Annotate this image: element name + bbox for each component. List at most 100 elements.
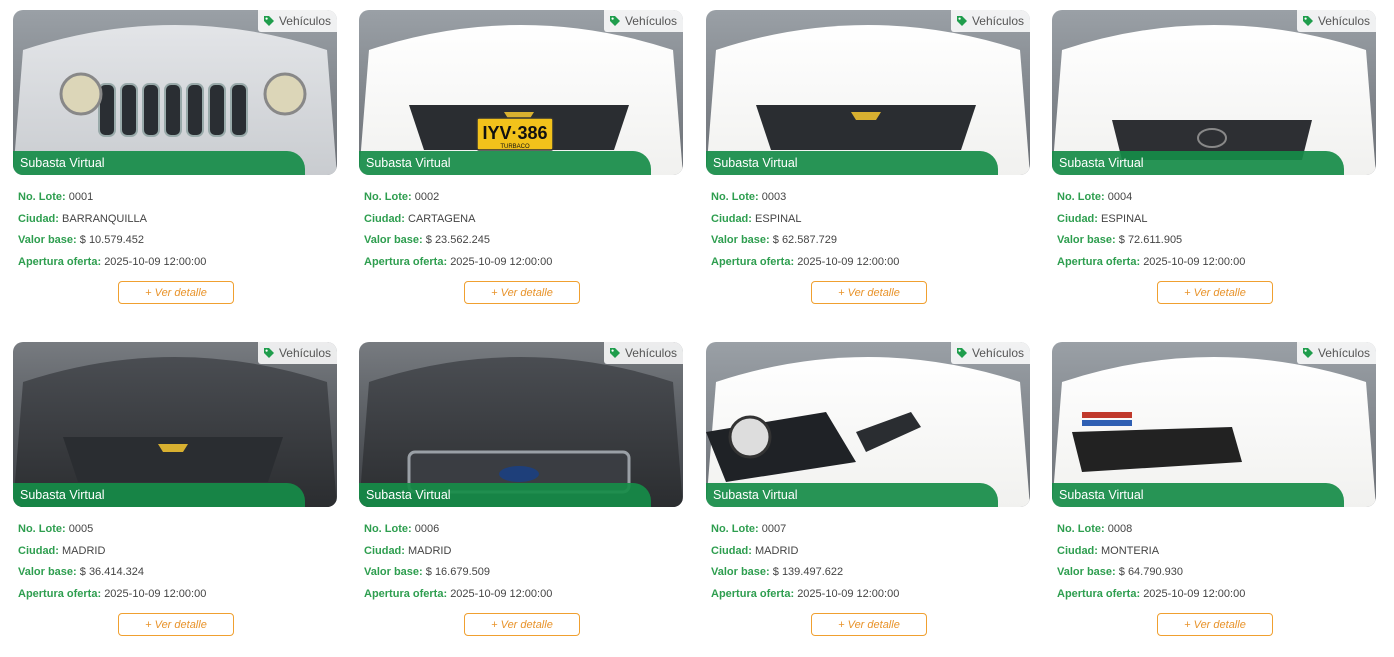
- city-value: MADRID: [62, 544, 106, 557]
- opening-value: 2025-10-09 12:00:00: [1143, 255, 1246, 268]
- lot-card[interactable]: Vehículos Subasta Virtual No. Lote: 0003…: [706, 10, 1030, 310]
- lot-number-row: No. Lote: 0001: [18, 191, 337, 213]
- opening-value: 2025-10-09 12:00:00: [1143, 587, 1246, 600]
- lot-number-value: 0001: [68, 191, 94, 203]
- city-row: Ciudad: MONTERIA: [1057, 545, 1376, 567]
- base-value-value: $ 72.611.905: [1118, 234, 1183, 246]
- lot-info: No. Lote: 0003 Ciudad: ESPINAL Valor bas…: [706, 175, 1030, 277]
- lot-card[interactable]: Vehículos Subasta Virtual No. Lote: 0005…: [13, 342, 337, 642]
- lot-number-key: No. Lote:: [18, 523, 66, 535]
- city-key: Ciudad:: [364, 544, 405, 557]
- base-value-row: Valor base: $ 62.587.729: [711, 234, 1030, 256]
- lot-card[interactable]: Vehículos Subasta Virtual No. Lote: 0006…: [359, 342, 683, 642]
- base-value-key: Valor base:: [1057, 234, 1116, 246]
- opening-value: 2025-10-09 12:00:00: [104, 255, 207, 268]
- city-row: Ciudad: BARRANQUILLA: [18, 213, 337, 235]
- lot-card[interactable]: Vehículos Subasta Virtual No. Lote: 0004…: [1052, 10, 1376, 310]
- tag-icon: [263, 16, 274, 26]
- city-value: MONTERIA: [1101, 544, 1160, 557]
- lot-photo[interactable]: Vehículos Subasta Virtual: [1052, 342, 1376, 507]
- lot-card[interactable]: IYV·386 TURBACO Vehículos Subasta Virtua…: [359, 10, 683, 310]
- lot-number-key: No. Lote:: [364, 523, 412, 535]
- view-detail-button[interactable]: + Ver detalle: [118, 613, 234, 636]
- opening-row: Apertura oferta: 2025-10-09 12:00:00: [18, 588, 337, 610]
- auction-type-banner: Subasta Virtual: [359, 483, 651, 507]
- category-tag: Vehículos: [257, 10, 337, 32]
- city-row: Ciudad: ESPINAL: [711, 213, 1030, 235]
- opening-key: Apertura oferta:: [364, 255, 448, 268]
- view-detail-button[interactable]: + Ver detalle: [464, 613, 580, 636]
- lot-photo[interactable]: IYV·386 TURBACO Vehículos Subasta Virtua…: [359, 10, 683, 175]
- base-value-row: Valor base: $ 72.611.905: [1057, 234, 1376, 256]
- opening-value: 2025-10-09 12:00:00: [797, 255, 900, 268]
- lot-card[interactable]: Vehículos Subasta Virtual No. Lote: 0007…: [706, 342, 1030, 642]
- category-label: Vehículos: [624, 14, 677, 28]
- lot-card[interactable]: Vehículos Subasta Virtual No. Lote: 0001…: [13, 10, 337, 310]
- city-value: BARRANQUILLA: [62, 212, 147, 225]
- base-value-row: Valor base: $ 64.790.930: [1057, 566, 1376, 588]
- tag-icon: [1302, 16, 1313, 26]
- lot-number-value: 0008: [1107, 523, 1133, 535]
- view-detail-button[interactable]: + Ver detalle: [464, 281, 580, 304]
- lot-photo[interactable]: Vehículos Subasta Virtual: [706, 10, 1030, 175]
- category-label: Vehículos: [1317, 14, 1370, 28]
- lot-photo[interactable]: Vehículos Subasta Virtual: [359, 342, 683, 507]
- lot-photo[interactable]: Vehículos Subasta Virtual: [1052, 10, 1376, 175]
- city-row: Ciudad: MADRID: [364, 545, 683, 567]
- opening-value: 2025-10-09 12:00:00: [450, 255, 553, 268]
- base-value-key: Valor base:: [711, 234, 770, 246]
- lot-photo[interactable]: Vehículos Subasta Virtual: [13, 10, 337, 175]
- base-value-row: Valor base: $ 23.562.245: [364, 234, 683, 256]
- category-tag: Vehículos: [950, 342, 1030, 364]
- lot-card[interactable]: Vehículos Subasta Virtual No. Lote: 0008…: [1052, 342, 1376, 642]
- svg-text:TURBACO: TURBACO: [500, 144, 530, 150]
- category-label: Vehículos: [624, 346, 677, 360]
- lot-info: No. Lote: 0007 Ciudad: MADRID Valor base…: [706, 507, 1030, 609]
- lot-number-row: No. Lote: 0007: [711, 523, 1030, 545]
- lot-number-value: 0007: [761, 523, 787, 535]
- tag-icon: [263, 348, 274, 358]
- view-detail-button[interactable]: + Ver detalle: [811, 281, 927, 304]
- city-key: Ciudad:: [18, 544, 59, 557]
- base-value-key: Valor base:: [364, 234, 423, 246]
- category-label: Vehículos: [278, 346, 331, 360]
- view-detail-button[interactable]: + Ver detalle: [1157, 613, 1273, 636]
- opening-row: Apertura oferta: 2025-10-09 12:00:00: [364, 588, 683, 610]
- city-key: Ciudad:: [711, 544, 752, 557]
- category-tag: Vehículos: [1296, 10, 1376, 32]
- category-label: Vehículos: [971, 14, 1024, 28]
- tag-icon: [609, 348, 620, 358]
- opening-row: Apertura oferta: 2025-10-09 12:00:00: [1057, 256, 1376, 278]
- city-row: Ciudad: MADRID: [18, 545, 337, 567]
- opening-row: Apertura oferta: 2025-10-09 12:00:00: [711, 256, 1030, 278]
- city-row: Ciudad: CARTAGENA: [364, 213, 683, 235]
- lot-number-row: No. Lote: 0008: [1057, 523, 1376, 545]
- view-detail-button[interactable]: + Ver detalle: [811, 613, 927, 636]
- view-detail-button[interactable]: + Ver detalle: [1157, 281, 1273, 304]
- lot-number-key: No. Lote:: [711, 523, 759, 535]
- lot-number-value: 0004: [1107, 191, 1133, 203]
- auction-type-banner: Subasta Virtual: [1052, 151, 1344, 175]
- lot-info: No. Lote: 0006 Ciudad: MADRID Valor base…: [359, 507, 683, 609]
- lot-number-value: 0006: [414, 523, 440, 535]
- view-detail-button[interactable]: + Ver detalle: [118, 281, 234, 304]
- lots-grid: Vehículos Subasta Virtual No. Lote: 0001…: [0, 0, 1394, 657]
- lot-number-key: No. Lote:: [1057, 191, 1105, 203]
- tag-icon: [956, 348, 967, 358]
- auction-type-banner: Subasta Virtual: [359, 151, 651, 175]
- base-value-value: $ 16.679.509: [425, 566, 490, 578]
- city-key: Ciudad:: [1057, 544, 1098, 557]
- category-label: Vehículos: [278, 14, 331, 28]
- category-tag: Vehículos: [603, 10, 683, 32]
- lot-photo[interactable]: Vehículos Subasta Virtual: [13, 342, 337, 507]
- city-row: Ciudad: MADRID: [711, 545, 1030, 567]
- lot-photo[interactable]: Vehículos Subasta Virtual: [706, 342, 1030, 507]
- auction-type-banner: Subasta Virtual: [13, 151, 305, 175]
- city-value: MADRID: [755, 544, 799, 557]
- auction-type-banner: Subasta Virtual: [706, 483, 998, 507]
- opening-value: 2025-10-09 12:00:00: [104, 587, 207, 600]
- base-value-value: $ 36.414.324: [79, 566, 144, 578]
- lot-number-row: No. Lote: 0002: [364, 191, 683, 213]
- opening-key: Apertura oferta:: [364, 587, 448, 600]
- opening-row: Apertura oferta: 2025-10-09 12:00:00: [364, 256, 683, 278]
